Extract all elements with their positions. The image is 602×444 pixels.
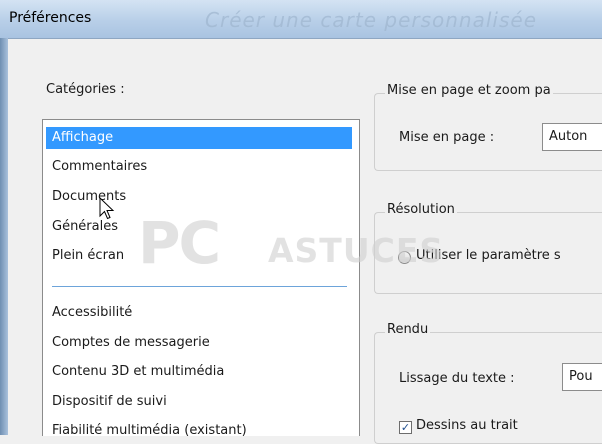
category-item-documents[interactable]: Documents (46, 186, 352, 208)
page-layout-select[interactable]: Auton (542, 123, 602, 151)
category-item-contenu-3d[interactable]: Contenu 3D et multimédia (46, 361, 352, 383)
category-separator (52, 286, 347, 287)
window-frame-left (0, 0, 8, 435)
categories-label: Catégories : (46, 82, 125, 97)
category-item-generales[interactable]: Générales (46, 216, 352, 238)
line-art-checkbox[interactable]: ✓ (399, 421, 412, 434)
category-item-comptes-messagerie[interactable]: Comptes de messagerie (46, 332, 352, 354)
text-smoothing-select[interactable]: Pou (562, 363, 602, 391)
resolution-title: Résolution (385, 202, 457, 217)
category-item-dispositif-suivi[interactable]: Dispositif de suivi (46, 391, 352, 413)
text-smoothing-label: Lissage du texte : (399, 371, 515, 386)
background-window-title: Créer une carte personnalisée (205, 8, 537, 32)
category-item-plein-ecran[interactable]: Plein écran (46, 245, 352, 267)
category-item-accessibilite[interactable]: Accessibilité (46, 302, 352, 324)
category-item-commentaires[interactable]: Commentaires (46, 156, 352, 178)
checkmark-icon: ✓ (400, 421, 411, 434)
category-item-fiabilite-multimedia[interactable]: Fiabilité multimédia (existant) (46, 420, 352, 436)
layout-zoom-title: Mise en page et zoom pa (385, 83, 553, 98)
rendering-title: Rendu (385, 322, 431, 337)
arrow-cursor-icon (99, 197, 115, 220)
use-setting-radio[interactable] (398, 251, 411, 264)
title-bar[interactable]: Créer une carte personnalisée Préférence… (0, 0, 602, 38)
use-setting-label: Utiliser le paramètre s (416, 248, 561, 263)
line-art-label: Dessins au trait (416, 418, 518, 433)
categories-list[interactable]: Affichage Commentaires Documents Général… (42, 119, 360, 436)
page-layout-label: Mise en page : (399, 130, 495, 145)
window-title: Préférences (9, 10, 92, 26)
category-item-affichage[interactable]: Affichage (46, 127, 352, 149)
